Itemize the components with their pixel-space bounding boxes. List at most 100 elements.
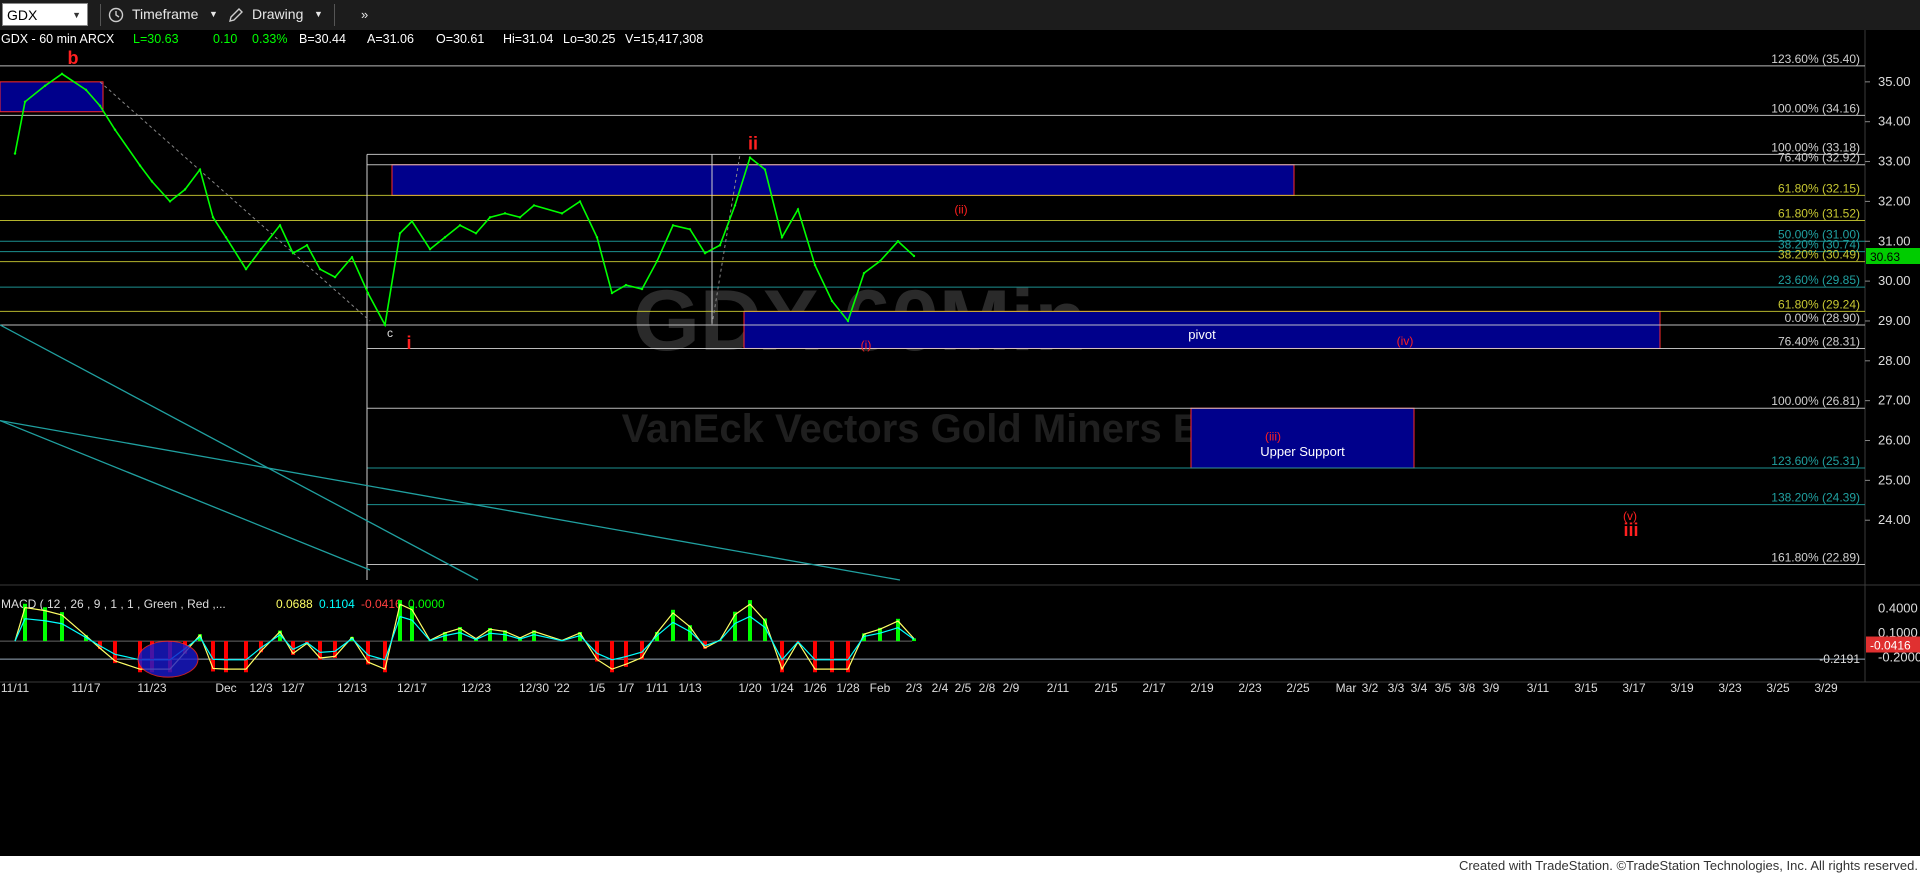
- price-point: [624, 283, 628, 287]
- price-point: [366, 291, 370, 295]
- y-tick-label: 28.00: [1878, 353, 1911, 368]
- price-point: [595, 236, 599, 239]
- chevron-down-icon: ▼: [72, 10, 81, 20]
- price-point: [23, 100, 27, 103]
- price-point: [488, 216, 492, 219]
- price-point: [428, 248, 432, 251]
- x-tick-label: 11/23: [137, 681, 166, 695]
- price-point: [878, 259, 882, 263]
- watermark-subtitle: VanEck Vectors Gold Miners ETF: [622, 407, 1249, 451]
- y-tick-label: 32.00: [1878, 193, 1911, 208]
- chevron-down-icon: ▼: [314, 9, 323, 19]
- price-point: [763, 168, 767, 171]
- y-tick-label: 25.00: [1878, 472, 1911, 487]
- price-point: [503, 212, 507, 215]
- fib-label: 161.80% (22.89): [1771, 550, 1860, 564]
- zone-box-label: Upper Support: [1260, 444, 1345, 459]
- fib-label: 76.40% (32.92): [1778, 151, 1860, 165]
- y-tick-label: 35.00: [1878, 74, 1911, 89]
- price-point: [350, 256, 354, 259]
- x-tick-label: 1/28: [836, 681, 860, 695]
- x-tick-label: 1/5: [589, 681, 606, 695]
- price-point: [578, 200, 582, 203]
- wave-label: iii: [1623, 520, 1638, 540]
- price-point: [474, 232, 478, 235]
- price-point: [688, 228, 692, 231]
- x-tick-label: Dec: [215, 681, 236, 695]
- price-point: [60, 72, 64, 76]
- x-tick-label: 3/9: [1483, 681, 1500, 695]
- fib-label: 23.60% (29.85): [1778, 273, 1860, 287]
- fib-label: 61.80% (32.15): [1778, 181, 1860, 195]
- x-tick-label: 2/11: [1047, 681, 1070, 695]
- footer: Created with TradeStation. ©TradeStation…: [0, 856, 1920, 876]
- symbol-value: GDX: [7, 7, 38, 23]
- x-tick-label: 2/8: [979, 681, 996, 695]
- macd-value: -0.0416: [361, 597, 402, 611]
- x-tick-label: 12/7: [281, 681, 305, 695]
- price-point: [183, 188, 187, 191]
- y-tick-label: 27.00: [1878, 393, 1911, 408]
- x-tick-label: 1/11: [646, 681, 669, 695]
- price-point: [410, 220, 414, 223]
- x-tick-label: 2/15: [1094, 681, 1118, 695]
- header-field: Lo=30.25: [563, 32, 616, 46]
- y-tick-label: 26.00: [1878, 433, 1911, 448]
- y-tick-label: 24.00: [1878, 512, 1911, 527]
- price-point: [640, 287, 644, 291]
- wave-label: (iii): [1265, 430, 1281, 444]
- x-tick-label: 1/20: [738, 681, 762, 695]
- x-tick-label: 2/23: [1238, 681, 1262, 695]
- y-tick-label: 30.00: [1878, 273, 1911, 288]
- price-point: [862, 271, 866, 275]
- price-point: [84, 88, 88, 92]
- x-tick-label: 2/17: [1142, 681, 1166, 695]
- drawing-button[interactable]: Drawing ▼: [228, 3, 328, 26]
- header-field: A=31.06: [367, 32, 414, 46]
- price-point: [846, 319, 850, 323]
- header-field: V=15,417,308: [625, 32, 703, 46]
- y-tick-label: 29.00: [1878, 313, 1911, 328]
- x-tick-label: 3/19: [1670, 681, 1694, 695]
- fib-label: 0.00% (28.90): [1785, 311, 1860, 325]
- footer-credit: Created with TradeStation. ©TradeStation…: [1458, 858, 1918, 873]
- price-point: [150, 180, 154, 183]
- price-point: [560, 212, 564, 215]
- price-point: [718, 244, 722, 247]
- fib-label: 100.00% (34.16): [1771, 101, 1860, 115]
- x-tick-label: 1/24: [770, 681, 794, 695]
- price-point: [244, 267, 248, 271]
- timeframe-button[interactable]: Timeframe ▼: [108, 3, 220, 26]
- wave-label: b: [68, 48, 79, 68]
- macd-annotation-ellipse: [137, 640, 199, 678]
- y-tick-label: 31.00: [1878, 233, 1911, 248]
- symbol-selector[interactable]: GDX ▼: [2, 3, 88, 26]
- header-field: O=30.61: [436, 32, 484, 46]
- toolbar-divider: [334, 4, 335, 26]
- price-chart[interactable]: GDX 60Min VanEck Vectors Gold Miners ETF…: [0, 30, 1920, 856]
- macd-last-label: -0.0416: [1870, 639, 1911, 653]
- price-point: [305, 244, 309, 247]
- price-point: [748, 156, 752, 159]
- header-field: 0.33%: [252, 32, 287, 46]
- price-point: [138, 164, 142, 167]
- price-point: [518, 216, 522, 219]
- more-tools-button[interactable]: »: [361, 3, 375, 26]
- x-tick-label: Feb: [870, 681, 891, 695]
- toolbar-divider: [100, 4, 101, 26]
- wave-label: (iv): [1397, 334, 1414, 348]
- fib-label: 123.60% (25.31): [1771, 454, 1860, 468]
- x-tick-label: 2/19: [1190, 681, 1214, 695]
- price-point: [703, 252, 707, 255]
- toolbar: GDX ▼ Timeframe ▼ Drawing ▼ »: [0, 0, 1920, 31]
- x-tick-label: 3/15: [1574, 681, 1598, 695]
- x-tick-label: 2/9: [1003, 681, 1020, 695]
- x-tick-label: 1/7: [618, 681, 635, 695]
- price-point: [333, 275, 337, 279]
- price-point: [198, 168, 202, 171]
- x-tick-label: 1/26: [803, 681, 827, 695]
- price-point: [98, 104, 102, 107]
- price-point: [671, 224, 675, 227]
- fib-label: 100.00% (26.81): [1771, 394, 1860, 408]
- price-point: [211, 216, 215, 219]
